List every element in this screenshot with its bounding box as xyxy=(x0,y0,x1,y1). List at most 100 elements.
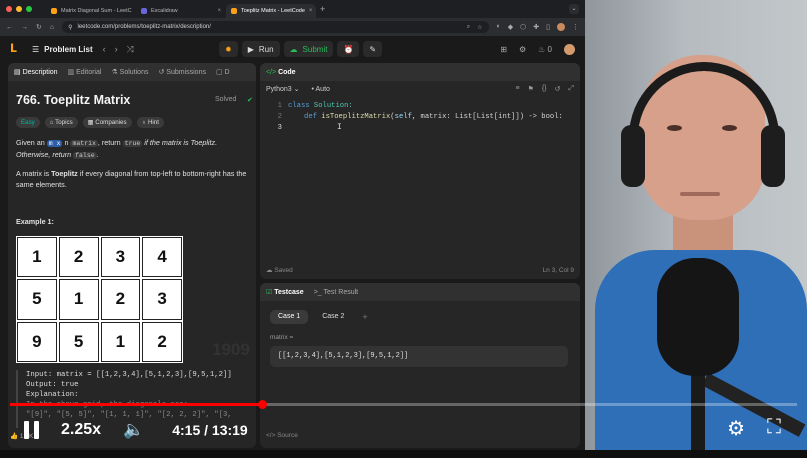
extensions: ◐ ◆ ⬡ ✚ ▯ ⋮ xyxy=(497,23,579,31)
user-avatar[interactable] xyxy=(564,43,575,55)
close-window-button[interactable] xyxy=(6,6,12,12)
webcam-feed xyxy=(585,0,807,450)
home-icon[interactable]: ⌂ xyxy=(50,24,54,31)
progress-scrubber[interactable] xyxy=(257,400,267,409)
puzzle-icon[interactable]: ✚ xyxy=(533,23,539,31)
prev-problem-icon[interactable]: ‹ xyxy=(103,44,106,55)
tab-submissions[interactable]: ↺ Submissions xyxy=(158,68,206,76)
bookmark-star-icon[interactable]: ☆ xyxy=(477,24,482,31)
volume-icon[interactable]: 🔈 xyxy=(123,420,144,440)
url-field[interactable]: ⚲ leetcode.com/problems/toeplitz-matrix/… xyxy=(62,21,489,33)
saved-label: Saved xyxy=(274,267,293,274)
case-2-tab[interactable]: Case 2 xyxy=(314,310,352,324)
variable-label: matrix = xyxy=(270,334,294,341)
statement-text: Given an xyxy=(16,138,45,147)
next-problem-icon[interactable]: › xyxy=(115,44,118,55)
playback-speed[interactable]: 2.25x xyxy=(61,421,101,439)
back-icon[interactable]: ← xyxy=(6,24,13,31)
matrix-cell: 5 xyxy=(58,321,99,362)
tab-search-icon[interactable]: ⌄ xyxy=(569,4,579,14)
language-select[interactable]: Python3 ⌄ xyxy=(266,85,300,93)
problem-list-button[interactable]: ☰ Problem List xyxy=(32,45,93,54)
settings-gear-icon[interactable]: ⚙ xyxy=(727,416,745,441)
bug-icon: ✹ xyxy=(225,44,232,54)
problem-navigation: ‹ › ⤨ xyxy=(103,44,134,55)
leetcode-navbar: ᒪ ☰ Problem List ‹ › ⤨ ✹ ▶ Run ☁ Submit … xyxy=(0,36,585,62)
close-tab-icon[interactable]: × xyxy=(217,8,221,14)
close-tab-icon[interactable]: × xyxy=(309,8,313,14)
pause-icon[interactable] xyxy=(24,421,39,439)
tab-test-result[interactable]: >_ Test Result xyxy=(314,289,358,296)
tab-label: Solutions xyxy=(119,69,149,76)
tab-label: Testcase xyxy=(274,289,304,296)
tab-editorial[interactable]: ▥ Editorial xyxy=(68,68,102,76)
minimize-window-button[interactable] xyxy=(16,6,22,12)
code-tab[interactable]: </> Code xyxy=(266,69,296,76)
search-icon[interactable]: ⌕ xyxy=(467,24,470,31)
tab-label: Submissions xyxy=(166,69,206,76)
notes-button[interactable]: ✎ xyxy=(363,41,383,57)
statement-text: , return xyxy=(97,138,121,147)
browser-tab-1[interactable]: Excalidraw × xyxy=(136,4,226,18)
site-info-icon[interactable]: ⚲ xyxy=(68,24,72,31)
topics-chip[interactable]: ⌂ Topics xyxy=(44,117,78,128)
debug-button[interactable]: ✹ xyxy=(219,41,238,57)
solved-check-icon: ✔ xyxy=(247,97,253,104)
run-button[interactable]: ▶ Run xyxy=(241,41,280,57)
auto-mode-toggle[interactable]: • Auto xyxy=(312,86,330,93)
companies-chip[interactable]: ▦ Companies xyxy=(82,117,132,128)
tab-description[interactable]: ▤ Description xyxy=(14,68,58,76)
forward-icon[interactable]: → xyxy=(21,24,28,31)
address-bar-row: ← → ↻ ⌂ ⚲ leetcode.com/problems/toeplitz… xyxy=(0,18,585,36)
bookmark-icon[interactable]: ⚑ xyxy=(528,85,534,93)
tab-discussion[interactable]: ▢ D xyxy=(216,68,230,76)
fullscreen-icon[interactable]: ⤢ xyxy=(568,85,574,93)
shuffle-icon[interactable]: ⤨ xyxy=(127,44,134,55)
sidebar-icon[interactable]: ▯ xyxy=(546,23,550,31)
hint-chip[interactable]: ♁ Hint xyxy=(136,117,164,128)
submit-button[interactable]: ☁ Submit xyxy=(283,41,334,57)
reset-icon[interactable]: ↺ xyxy=(555,85,561,93)
braces-icon[interactable]: {} xyxy=(542,85,547,93)
inline-code: m x xyxy=(46,140,63,147)
extension-icon[interactable]: ◆ xyxy=(508,23,513,31)
case-1-tab[interactable]: Case 1 xyxy=(270,310,309,324)
extension-icon[interactable]: ◐ xyxy=(497,23,501,31)
video-controls-right: ⚙ ⛶ xyxy=(727,416,781,441)
settings-gear-icon[interactable]: ⚙ xyxy=(519,45,526,54)
cloud-icon: ☁ xyxy=(266,267,273,274)
leetcode-favicon-icon xyxy=(231,8,237,14)
format-icon[interactable]: ≡ xyxy=(515,85,519,93)
add-case-icon[interactable]: + xyxy=(362,312,367,322)
timer-button[interactable]: ⏰ xyxy=(337,41,360,57)
extension-icon[interactable]: ⬡ xyxy=(520,23,526,31)
profile-avatar[interactable] xyxy=(557,23,565,31)
browser-tab-0[interactable]: Matrix Diagonal Sum - LeetC × xyxy=(46,4,136,18)
tab-testcase[interactable]: ☑ Testcase xyxy=(266,288,304,296)
streak-counter[interactable]: ♨ 0 xyxy=(538,45,552,54)
tag-icon: ⌂ xyxy=(49,119,54,126)
checkbox-icon: ☑ xyxy=(266,289,273,296)
code-class-name: Solution: xyxy=(313,102,353,110)
menu-icon[interactable]: ⋮ xyxy=(572,23,579,31)
new-tab-icon[interactable]: + xyxy=(320,4,325,14)
cursor-position: Ln 3, Col 9 xyxy=(542,266,574,274)
testcase-tabs: ☑ Testcase >_ Test Result xyxy=(260,283,580,301)
tab-solutions[interactable]: ⚗ Solutions xyxy=(111,68,148,76)
leetcode-logo-icon[interactable]: ᒪ xyxy=(10,43,22,55)
headphone-cup-right xyxy=(761,125,785,187)
fullscreen-icon[interactable]: ⛶ xyxy=(767,416,781,441)
matrix-cell: 2 xyxy=(58,237,99,278)
excalidraw-favicon-icon xyxy=(141,8,147,14)
browser-tab-2[interactable]: Toeplitz Matrix - LeetCode × xyxy=(226,4,316,18)
difficulty-badge: Easy xyxy=(16,117,40,128)
matrix-input[interactable]: [[1,2,3,4],[5,1,2,3],[9,5,1,2]] xyxy=(270,346,568,367)
submit-label: Submit xyxy=(302,44,328,54)
matrix-cell: 3 xyxy=(100,237,141,278)
code-editor[interactable]: 1 2 3 class Solution: def isToeplitzMatr… xyxy=(260,99,580,259)
maximize-window-button[interactable] xyxy=(26,6,32,12)
reload-icon[interactable]: ↻ xyxy=(36,23,42,31)
layout-icon[interactable]: ⊞ xyxy=(500,45,507,54)
video-progress-bar[interactable] xyxy=(10,400,797,409)
code-line: class Solution: xyxy=(288,101,353,112)
